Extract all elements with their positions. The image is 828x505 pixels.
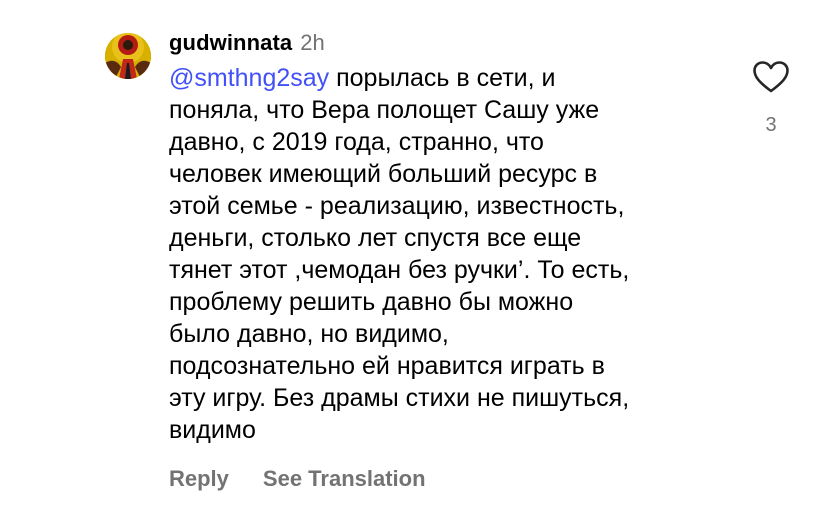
see-translation-button[interactable]: See Translation bbox=[263, 466, 426, 492]
mention-link[interactable]: @smthng2say bbox=[169, 64, 329, 92]
comment-line-11: эту игру. Без драмы стихи не пишуться, bbox=[169, 384, 630, 412]
timestamp[interactable]: 2h bbox=[300, 30, 324, 56]
comment-line-6: деньги, столько лет спустя все еще bbox=[169, 224, 582, 252]
comment-line-1: @smthng2say порылась в сети, и bbox=[169, 62, 729, 94]
comment-line-5: этой семье - реализацию, известность, bbox=[169, 192, 625, 220]
username[interactable]: gudwinnata bbox=[169, 30, 292, 56]
comment-actions: Reply See Translation bbox=[169, 466, 426, 492]
comment-line-12: видимо bbox=[169, 416, 256, 444]
comment-line-9: было давно, но видимо, bbox=[169, 320, 449, 348]
comment-line-4: человек имеющий больший ресурс в bbox=[169, 160, 598, 188]
like-count: 3 bbox=[765, 114, 777, 136]
avatar-image bbox=[105, 33, 151, 79]
avatar[interactable] bbox=[105, 33, 151, 79]
heart-outline-icon bbox=[753, 61, 789, 93]
reply-button[interactable]: Reply bbox=[169, 466, 229, 492]
comment-line-7: тянет этот ,чемодан без ручки’. То есть, bbox=[169, 256, 630, 284]
comment-header: gudwinnata 2h bbox=[169, 30, 325, 60]
comment-line-3: давно, с 2019 года, странно, что bbox=[169, 128, 544, 156]
comment-line-8: проблему решить давно бы можно bbox=[169, 288, 574, 316]
comment-line-2: поняла, что Вера полощет Сашу уже bbox=[169, 96, 600, 124]
comment-text: @smthng2say порылась в сети, и поняла, ч… bbox=[169, 62, 729, 446]
comment-line-10: подсознательно ей нравится играть в bbox=[169, 352, 605, 380]
like-button[interactable] bbox=[752, 60, 790, 94]
comment-line-1-text: порылась в сети, и bbox=[329, 64, 556, 92]
